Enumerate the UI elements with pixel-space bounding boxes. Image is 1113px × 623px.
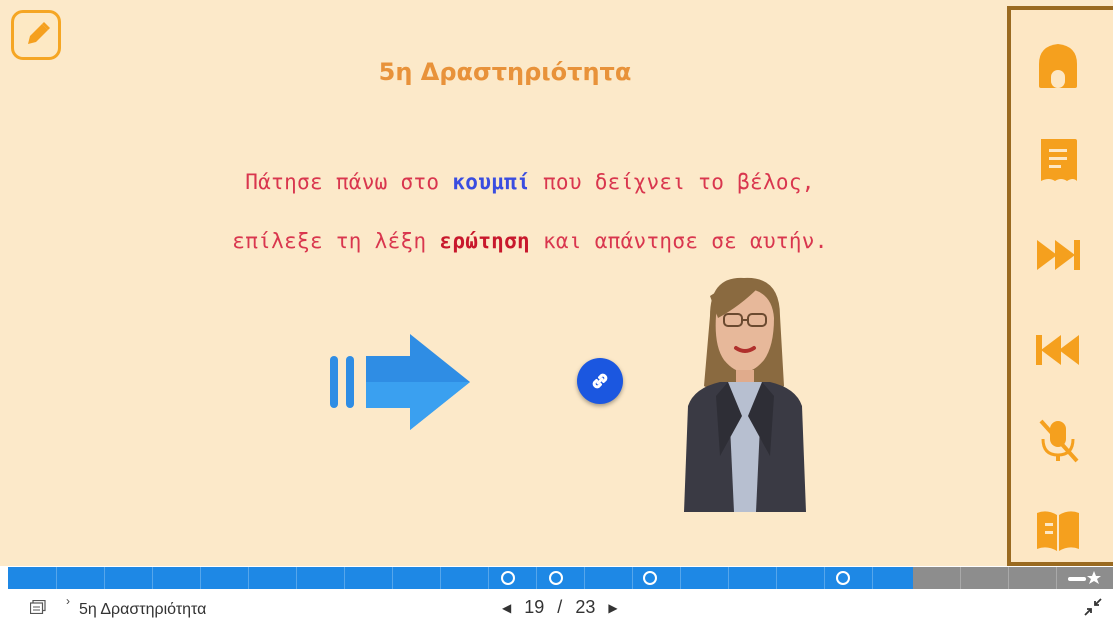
- current-page: 19: [524, 597, 545, 617]
- book-icon[interactable]: [1033, 505, 1083, 555]
- progress-segment: [584, 567, 585, 589]
- instruction-text: που δείχνει το βέλος,: [530, 170, 815, 194]
- slide-canvas: 5η Δραστηριότητα Πάτησε πάνω στο κουμπί …: [0, 0, 1113, 566]
- progress-segment: [632, 567, 633, 589]
- side-nav-panel: [1007, 6, 1113, 566]
- progress-segment: [104, 567, 105, 589]
- instruction-text: και απάντησε σε αυτήν.: [530, 229, 828, 253]
- edit-button[interactable]: [11, 10, 61, 60]
- caret-icon: ›: [66, 594, 70, 608]
- instruction-line-1: Πάτησε πάνω στο κουμπί που δείχνει το βέ…: [0, 170, 1060, 194]
- progress-segment: [872, 567, 873, 589]
- bookmark-star-icon[interactable]: [1068, 571, 1102, 585]
- progress-segment: [344, 567, 345, 589]
- progress-marker[interactable]: [643, 571, 657, 585]
- progress-segment: [200, 567, 201, 589]
- teacher-avatar: [684, 277, 806, 512]
- next-page-icon[interactable]: ▶: [600, 601, 625, 615]
- progress-segment: [152, 567, 153, 589]
- total-pages: 23: [575, 597, 596, 617]
- progress-segment: [728, 567, 729, 589]
- document-icon[interactable]: [1033, 135, 1083, 185]
- progress-segment: [680, 567, 681, 589]
- progress-segment: [1008, 567, 1009, 589]
- mute-icon[interactable]: [1033, 415, 1083, 465]
- instruction-text: Πάτησε πάνω στο: [245, 170, 453, 194]
- link-button[interactable]: [577, 358, 623, 404]
- progress-marker[interactable]: [501, 571, 515, 585]
- bottom-bar: › 5η Δραστηριότητα ◀ 19 / 23 ▶: [0, 590, 1113, 623]
- prev-page-icon[interactable]: ◀: [494, 601, 519, 615]
- home-icon[interactable]: [1033, 40, 1083, 90]
- progress-segment: [440, 567, 441, 589]
- progress-marker[interactable]: [549, 571, 563, 585]
- exit-fullscreen-icon[interactable]: [1084, 598, 1102, 616]
- progress-bar[interactable]: [8, 567, 1113, 589]
- slides-list-icon[interactable]: [30, 600, 46, 614]
- previous-icon[interactable]: [1033, 325, 1083, 375]
- link-icon: [592, 373, 608, 389]
- progress-segment: [1056, 567, 1057, 589]
- progress-segment: [776, 567, 777, 589]
- progress-segment: [536, 567, 537, 589]
- pointing-arrow-icon: [330, 334, 470, 430]
- instruction-line-2: επίλεξε τη λέξη ερώτηση και απάντησε σε …: [0, 229, 1060, 253]
- progress-segment: [824, 567, 825, 589]
- keyword-question: ερώτηση: [439, 229, 530, 253]
- progress-marker[interactable]: [836, 571, 850, 585]
- keyword-button: κουμπί: [452, 170, 530, 194]
- current-slide-name: 5η Δραστηριότητα: [79, 601, 207, 618]
- page-separator: /: [557, 597, 563, 617]
- progress-segment: [296, 567, 297, 589]
- progress-segment: [248, 567, 249, 589]
- page-navigator: ◀ 19 / 23 ▶: [494, 597, 626, 618]
- progress-segment: [488, 567, 489, 589]
- progress-segment: [56, 567, 57, 589]
- progress-segment: [960, 567, 961, 589]
- next-icon[interactable]: [1033, 230, 1083, 280]
- slide-title: 5η Δραστηριότητα: [378, 58, 632, 86]
- instruction-text: επίλεξε τη λέξη: [232, 229, 440, 253]
- progress-segment: [392, 567, 393, 589]
- pencil-icon: [28, 22, 50, 44]
